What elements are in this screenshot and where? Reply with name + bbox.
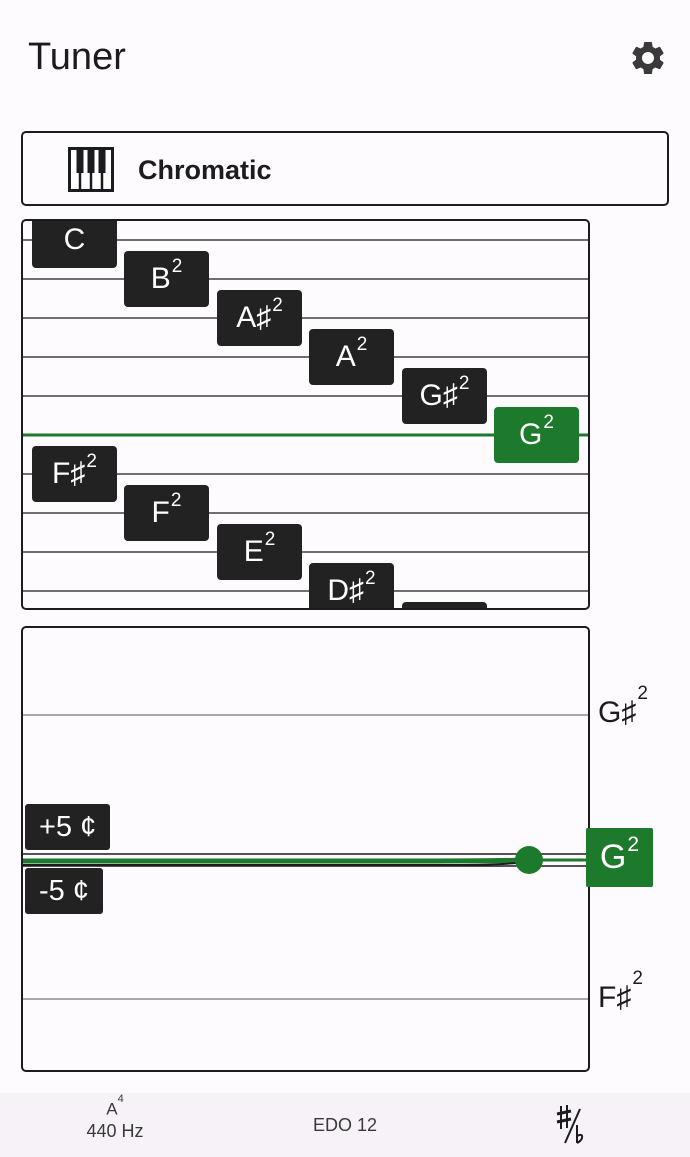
lower-tolerance-badge: -5 ¢ bbox=[25, 868, 103, 914]
note-chip[interactable]: D2 bbox=[402, 602, 487, 608]
settings-button[interactable] bbox=[628, 38, 668, 78]
note-chip[interactable]: F♯ 2 bbox=[32, 446, 117, 502]
sharp-flat-icon bbox=[556, 1105, 584, 1144]
note-chip-active[interactable]: G2 bbox=[494, 407, 579, 463]
upper-tolerance-badge: +5 ¢ bbox=[25, 804, 111, 850]
page-title: Tuner bbox=[28, 36, 126, 78]
note-chip[interactable]: D♯ 2 bbox=[309, 563, 394, 608]
reference-frequency: 440 Hz bbox=[86, 1120, 144, 1141]
note-list-panel[interactable]: CB2A♯2A2G♯2G2 F♯2F2E2D♯2 D2 bbox=[21, 219, 590, 610]
gear-icon bbox=[632, 41, 664, 74]
target-note-label: G2 bbox=[586, 828, 653, 887]
upper-note-label: G♯2 bbox=[598, 683, 648, 729]
note-chip[interactable]: G♯ 2 bbox=[402, 368, 487, 424]
instrument-label: Chromatic bbox=[138, 155, 272, 185]
note-chip[interactable]: E2 bbox=[217, 524, 302, 580]
reference-note: A4 bbox=[106, 1093, 124, 1119]
pitch-curve bbox=[23, 857, 529, 864]
app-bar: Tuner bbox=[0, 0, 690, 118]
notation-toggle[interactable] bbox=[552, 1103, 592, 1147]
note-chip[interactable]: C bbox=[32, 221, 117, 268]
pitch-plot bbox=[23, 714, 588, 1000]
note-chip[interactable]: B2 bbox=[124, 251, 209, 307]
note-chip[interactable]: A2 bbox=[309, 329, 394, 385]
note-chip[interactable]: A♯ 2 bbox=[217, 290, 302, 346]
reference-pitch-button[interactable]: A4 440 Hz bbox=[60, 1093, 170, 1142]
lower-note-label: F♯2 bbox=[598, 968, 643, 1014]
pitch-plot-panel: +5 ¢ -5 ¢ bbox=[21, 626, 590, 1072]
note-chip[interactable]: F2 bbox=[124, 485, 209, 541]
instrument-selector[interactable]: Chromatic bbox=[21, 131, 669, 206]
bottom-bar: A4 440 Hz EDO 12 bbox=[0, 1093, 690, 1157]
temperament-button[interactable]: EDO 12 bbox=[295, 1115, 395, 1136]
piano-icon bbox=[68, 147, 114, 192]
